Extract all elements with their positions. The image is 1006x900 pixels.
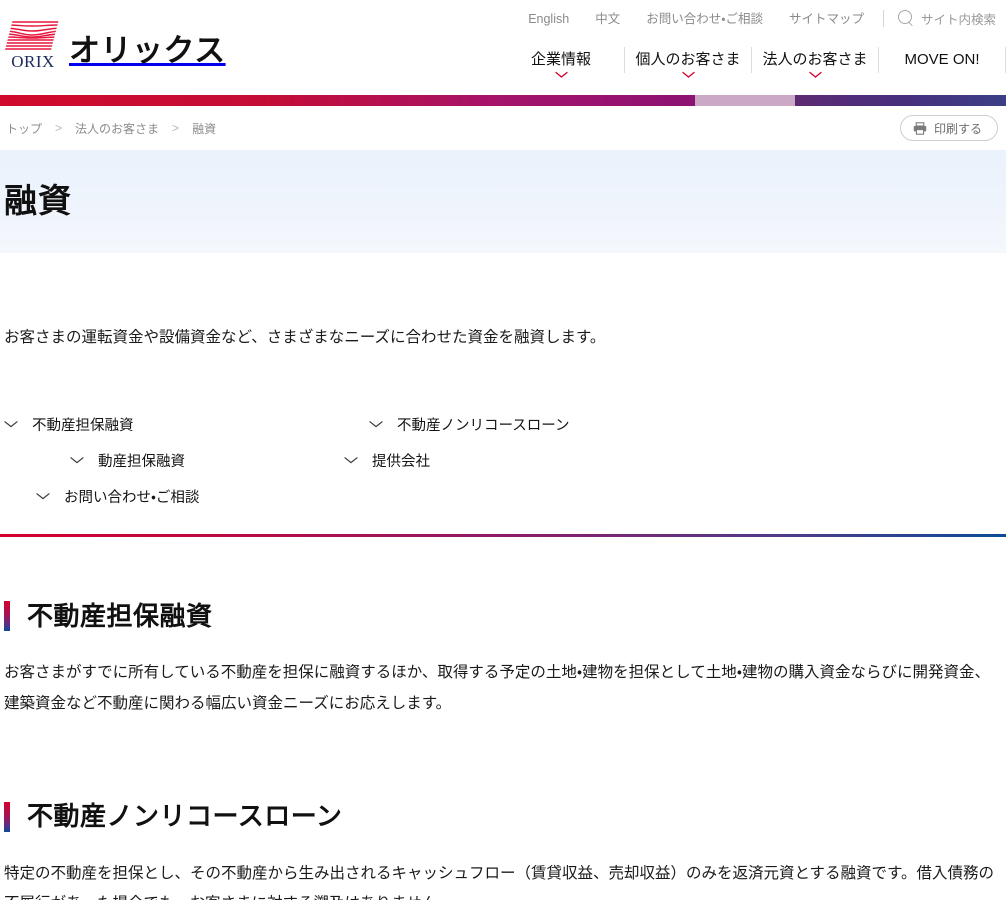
nav-item-corporate-customers[interactable]: 法人のお客さま [752, 47, 878, 89]
header-gradient-band [0, 95, 1006, 106]
site-header: ORIX オリックス English 中文 お問い合わせ・ご相談 サイトマップ … [0, 0, 1006, 95]
anchor-navigation: 不動産担保融資 不動産ノンリコースローン 動産担保融資 提供会社 お問い合わせ・… [4, 407, 1002, 515]
main-content: お客さまの運転資金や設備資金など、さまざまなニーズに合わせた資金を融資します。 … [0, 324, 1006, 900]
print-button[interactable]: 印刷する [899, 115, 998, 141]
nav-label: 法人のお客さま [762, 51, 868, 68]
section-body: お客さまがすでに所有している不動産を担保に融資するほか、取得する予定の土地・建物… [4, 658, 1002, 719]
section-heading: 不動産担保融資 [4, 601, 1002, 632]
nav-label: 個人のお客さま [635, 51, 741, 68]
chevron-down-icon [4, 421, 18, 428]
util-link-contact[interactable]: お問い合わせ・ご相談 [633, 10, 776, 28]
gradient-divider [0, 533, 1006, 537]
chevron-down-icon [681, 71, 695, 78]
anchor-link-label: 不動産担保融資 [32, 418, 134, 435]
anchor-link-real-estate-non-recourse-loan[interactable]: 不動産ノンリコースローン [337, 407, 670, 443]
anchor-link-movable-property-secured-loan[interactable]: 動産担保融資 [4, 443, 344, 479]
search-icon [897, 10, 915, 27]
orix-logo-wordmark: オリックス [69, 33, 226, 69]
anchor-link-label: お問い合わせ・ご相談 [64, 490, 200, 507]
util-link-english[interactable]: English [515, 10, 582, 28]
anchor-link-label: 不動産ノンリコースローン [397, 418, 570, 435]
breadcrumb-bar: トップ > 法人のお客さま > 融資 印刷する [0, 106, 1006, 150]
orix-logo-mark: ORIX [4, 13, 62, 71]
chevron-down-icon [554, 71, 568, 78]
page-lead-text: お客さまの運転資金や設備資金など、さまざまなニーズに合わせた資金を融資します。 [4, 329, 606, 346]
breadcrumb-item-corporate-customers[interactable]: 法人のお客さま [75, 120, 159, 137]
breadcrumb: トップ > 法人のお客さま > 融資 [6, 106, 216, 150]
breadcrumb-separator: > [55, 121, 63, 135]
utility-navigation: English 中文 お問い合わせ・ご相談 サイトマップ サイト内検索 [515, 9, 996, 28]
util-link-chinese[interactable]: 中文 [582, 10, 633, 28]
anchor-link-providing-companies[interactable]: 提供会社 [344, 443, 677, 479]
page-title-banner: 融資 [0, 150, 1006, 253]
section-paragraph: 特定の不動産を担保とし、その不動産から生み出されるキャッシュフロー（賃貸収益、売… [4, 864, 994, 900]
printer-icon [913, 121, 927, 135]
utility-divider [882, 10, 884, 27]
breadcrumb-separator: > [172, 121, 180, 135]
anchor-link-label: 提供会社 [372, 454, 430, 471]
breadcrumb-item-current: 融資 [192, 121, 217, 136]
nav-item-individual-customers[interactable]: 個人のお客さま [625, 47, 751, 89]
nav-item-move-on[interactable]: MOVE ON! [879, 47, 1005, 89]
chevron-down-icon [70, 457, 84, 464]
print-button-label: 印刷する [933, 121, 982, 136]
band-segment-pink [695, 95, 795, 106]
section-real-estate-non-recourse-loan: 不動産ノンリコースローン 特定の不動産を担保とし、その不動産から生み出されるキャ… [4, 801, 1002, 900]
breadcrumb-item-top[interactable]: トップ [6, 120, 42, 137]
util-link-sitemap[interactable]: サイトマップ [776, 10, 877, 28]
site-search-button[interactable]: サイト内検索 [890, 9, 996, 28]
nav-label: MOVE ON! [904, 51, 980, 68]
band-segment-purple [795, 95, 1006, 106]
section-title: 不動産担保融資 [27, 600, 213, 631]
section-paragraph: お客さまがすでに所有している不動産を担保に融資するほか、取得する予定の土地・建物… [4, 664, 990, 712]
anchor-link-real-estate-secured-loan[interactable]: 不動産担保融資 [4, 407, 337, 443]
chevron-down-icon [344, 457, 358, 464]
site-logo[interactable]: ORIX オリックス [4, 13, 226, 71]
chevron-down-icon [808, 71, 822, 78]
section-accent-bar [4, 601, 10, 632]
anchor-link-label: 動産担保融資 [98, 454, 185, 471]
section-accent-bar [4, 802, 10, 833]
section-title: 不動産ノンリコースローン [27, 801, 343, 832]
site-search-label: サイト内検索 [920, 13, 996, 27]
orix-logo-text: ORIX [11, 52, 55, 71]
nav-label: 企業情報 [530, 51, 591, 68]
main-navigation: 企業情報 個人のお客さま 法人のお客さま MOVE ON! [498, 47, 1006, 89]
nav-item-corporate-info[interactable]: 企業情報 [498, 47, 624, 89]
section-real-estate-secured-loan: 不動産担保融資 お客さまがすでに所有している不動産を担保に融資するほか、取得する… [4, 601, 1002, 720]
page-title: 融資 [4, 182, 72, 220]
section-heading: 不動産ノンリコースローン [4, 801, 1002, 833]
chevron-down-icon [369, 421, 383, 428]
section-body: 特定の不動産を担保とし、その不動産から生み出されるキャッシュフロー（賃貸収益、売… [4, 859, 1002, 900]
band-segment-red [0, 95, 695, 106]
chevron-down-icon [36, 493, 50, 500]
anchor-link-contact-consultation[interactable]: お問い合わせ・ご相談 [4, 479, 337, 515]
